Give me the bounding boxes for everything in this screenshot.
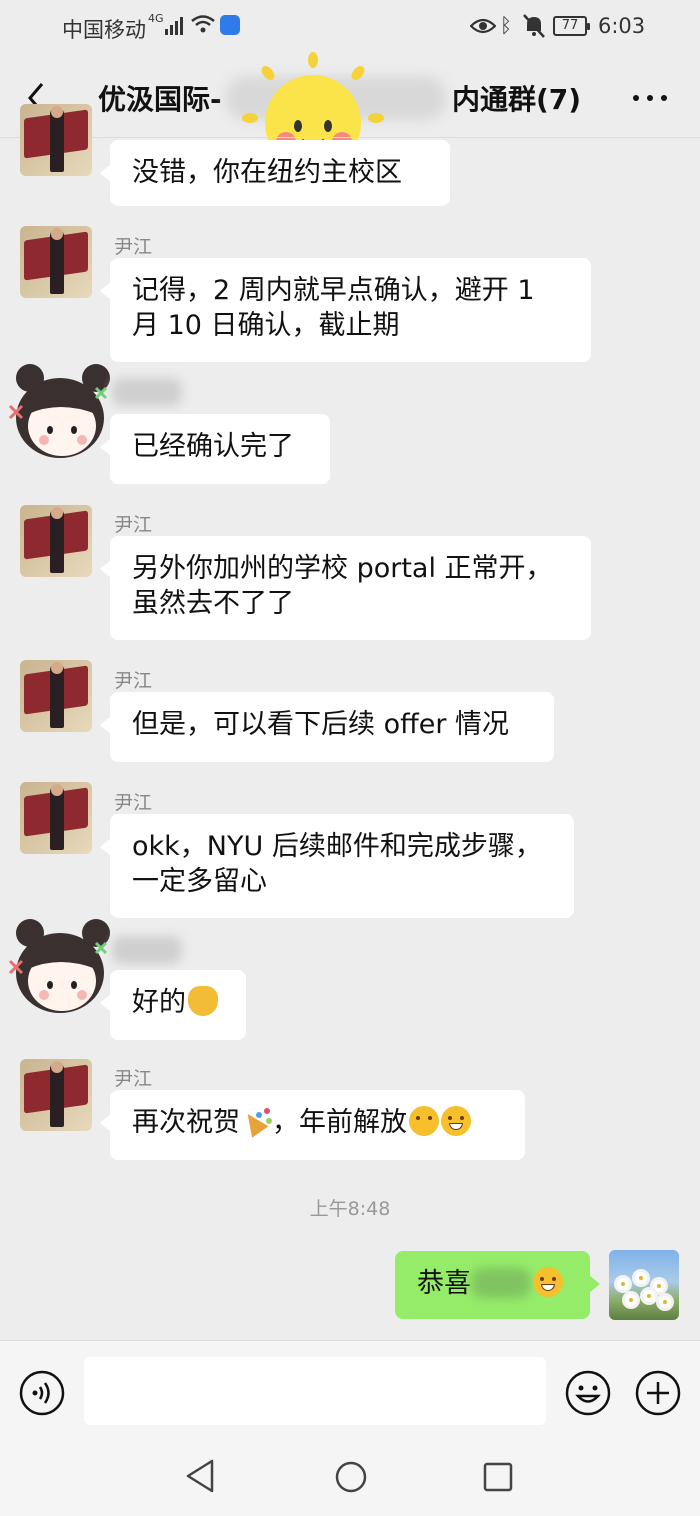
sender-name: 尹江 (114, 236, 153, 258)
sweat-smile-emoji-icon (533, 1267, 563, 1297)
avatar[interactable] (20, 505, 92, 577)
message-text: 再次祝贺 (132, 1107, 240, 1138)
avatar[interactable] (20, 1059, 92, 1131)
message-bubble[interactable]: 已经确认完了 (100, 414, 330, 484)
sender-name-redaction (112, 936, 182, 964)
more-dots-icon[interactable] (630, 88, 670, 108)
my-message-bubble[interactable]: 恭喜 (395, 1251, 600, 1319)
sender-name-redaction (112, 378, 182, 406)
smirk-emoji-icon (409, 1106, 439, 1136)
message-text: 已经确认完了 (132, 431, 294, 462)
message-bubble[interactable]: 再次祝贺 ，年前解放 (100, 1090, 525, 1160)
eye-icon (470, 18, 496, 34)
message-bubble[interactable]: 但是，可以看下后续 offer 情况 (100, 692, 554, 762)
avatar[interactable] (20, 782, 92, 854)
network-type: 4G (148, 12, 164, 25)
nav-back-icon[interactable] (184, 1458, 216, 1494)
sender-name: 尹江 (114, 792, 153, 814)
avatar[interactable] (20, 660, 92, 732)
voice-icon[interactable] (18, 1369, 66, 1417)
message-bubble[interactable]: 没错，你在纽约主校区 (100, 140, 450, 206)
message-text-line: 记得，2 周内就早点确认，避开 1 (132, 275, 535, 306)
system-nav-bar (0, 1442, 700, 1516)
message-text-line: 另外你加州的学校 portal 正常开， (132, 553, 553, 584)
message-bubble[interactable]: 记得，2 周内就早点确认，避开 1 月 10 日确认，截止期 (100, 258, 591, 362)
message-text: 没错，你在纽约主校区 (132, 157, 402, 188)
carrier-label: 中国移动 (62, 18, 146, 42)
mute-bell-icon (523, 14, 545, 38)
text-redaction (471, 1268, 531, 1298)
signal-icon (165, 17, 185, 35)
message-text: ，年前解放 (272, 1107, 407, 1138)
avatar[interactable] (20, 104, 92, 176)
grin-emoji-icon (441, 1106, 471, 1136)
plus-icon[interactable] (634, 1369, 682, 1417)
clock: 6:03 (598, 14, 646, 38)
message-text-line: 一定多留心 (132, 866, 267, 897)
chat-title-member-count: 内通群(7) (452, 83, 582, 116)
message-bubble[interactable]: 另外你加州的学校 portal 正常开， 虽然去不了了 (100, 536, 591, 640)
chat-header: 优汲国际- 内通群(7) (0, 52, 700, 171)
wifi-icon (191, 15, 215, 33)
avatar[interactable] (20, 226, 92, 298)
message-timestamp: 上午8:48 (309, 1198, 391, 1220)
header-divider (0, 137, 700, 138)
nav-recent-icon[interactable] (483, 1462, 513, 1492)
sender-name: 尹江 (114, 514, 153, 536)
my-avatar[interactable] (609, 1250, 679, 1320)
sender-name: 尹江 (114, 670, 153, 692)
chat-title: 优汲国际- (98, 83, 222, 116)
message-text: 但是，可以看下后续 offer 情况 (132, 709, 509, 740)
input-bar (0, 1340, 700, 1442)
message-text-line: 月 10 日确认，截止期 (132, 310, 400, 341)
message-text: 恭喜 (417, 1268, 471, 1299)
ok-hand-emoji-icon (188, 986, 218, 1016)
message-text-line: 虽然去不了了 (132, 588, 294, 619)
bluetooth-icon: ᛒ (500, 13, 512, 37)
message-bubble[interactable]: okk，NYU 后续邮件和完成步骤， 一定多留心 (100, 814, 574, 918)
party-popper-emoji-icon (242, 1106, 272, 1136)
message-text-line: okk，NYU 后续邮件和完成步骤， (132, 831, 542, 862)
message-text: 好的 (132, 987, 186, 1018)
emoji-icon[interactable] (564, 1369, 612, 1417)
app-notification-icon (220, 15, 240, 35)
nav-home-icon[interactable] (334, 1460, 368, 1494)
message-bubble[interactable]: 好的 (100, 970, 246, 1040)
sender-name: 尹江 (114, 1068, 153, 1090)
message-input[interactable] (84, 1357, 546, 1425)
battery-indicator: 77 (553, 16, 590, 36)
